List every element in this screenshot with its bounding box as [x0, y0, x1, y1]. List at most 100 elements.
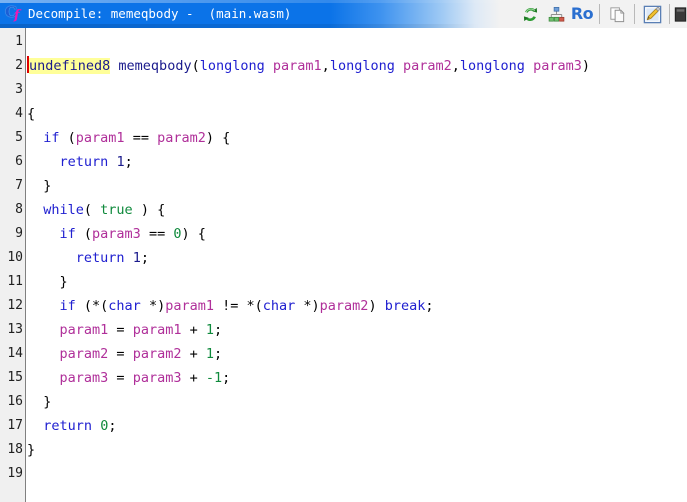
number-token: 1: [116, 154, 125, 170]
keyword-token: break: [384, 298, 426, 314]
line-number: 5: [15, 130, 23, 145]
param-token[interactable]: param3: [533, 58, 582, 74]
punc: ,: [321, 58, 330, 74]
param-token[interactable]: param1: [60, 322, 109, 338]
code-line-8: while( true ) {: [27, 198, 687, 222]
code-line-14: param2 = param2 + 1;: [27, 342, 687, 366]
keyword-token: return: [43, 418, 93, 434]
line-number: 17: [7, 418, 23, 433]
type-token[interactable]: longlong: [200, 58, 265, 74]
number-token: -1: [205, 370, 223, 386]
punc: ) {: [132, 202, 166, 218]
punc: ,: [451, 58, 460, 74]
punc: (: [75, 226, 93, 242]
toolbar-separator-2: [634, 4, 635, 24]
operator: +: [181, 346, 206, 362]
return-type-token[interactable]: undefined8: [29, 58, 111, 74]
line-number: 2: [15, 58, 23, 73]
overflow-button[interactable]: [674, 1, 687, 27]
refresh-decompile-button[interactable]: [517, 1, 543, 27]
sp: [125, 250, 133, 266]
code-line-5: if (param1 == param2) {: [27, 126, 687, 150]
param-token[interactable]: param2: [157, 130, 206, 146]
param-token[interactable]: param2: [403, 58, 452, 74]
param-token[interactable]: param3: [60, 370, 109, 386]
code-line-16: }: [27, 390, 687, 414]
param-token[interactable]: param3: [92, 226, 141, 242]
operator: =: [108, 346, 133, 362]
number-token: 1: [205, 322, 214, 338]
toolbar-separator-3: [669, 4, 670, 24]
code-line-6: return 1;: [27, 150, 687, 174]
line-number: 14: [7, 346, 23, 361]
line-number: 7: [15, 178, 23, 193]
edit-icon: [643, 5, 661, 23]
number-token: 1: [205, 346, 214, 362]
keyword-token: return: [59, 154, 109, 170]
decompiled-code-area[interactable]: 1 2 3 4 5 6 7 8 9 10 11 12 13 14 15 16 1…: [0, 28, 687, 502]
line-number: 6: [15, 154, 23, 169]
copy-button[interactable]: [604, 1, 630, 27]
param-token[interactable]: param2: [60, 346, 109, 362]
code-line-13: param1 = param1 + 1;: [27, 318, 687, 342]
punc: ;: [425, 298, 434, 314]
line-number: 13: [7, 322, 23, 337]
line-number: 4: [15, 106, 23, 121]
keyword-token: if: [59, 298, 76, 314]
param-token[interactable]: param1: [273, 58, 322, 74]
line-number: 1: [15, 34, 23, 49]
param-token[interactable]: param1: [165, 298, 214, 314]
punc: ;: [214, 346, 223, 362]
param-token[interactable]: param2: [320, 298, 369, 314]
punc: (*(: [75, 298, 109, 314]
punc: ) {: [181, 226, 206, 242]
type-token[interactable]: char: [108, 298, 141, 314]
line-number: 12: [7, 298, 23, 313]
app-icon-subletter: f: [14, 8, 20, 23]
keyword-token: return: [75, 250, 125, 266]
code-text[interactable]: undefined8 memeqbody(longlong param1,lon…: [26, 28, 687, 502]
punc: }: [27, 442, 36, 458]
code-line-17: return 0;: [27, 414, 687, 438]
type-token[interactable]: longlong: [330, 58, 395, 74]
punc: }: [27, 274, 68, 290]
line-number-gutter: 1 2 3 4 5 6 7 8 9 10 11 12 13 14 15 16 1…: [0, 28, 26, 502]
function-graph-button[interactable]: [543, 1, 569, 27]
sp: [92, 418, 100, 434]
type-token[interactable]: longlong: [460, 58, 525, 74]
punc: ) {: [205, 130, 231, 146]
type-token[interactable]: char: [263, 298, 296, 314]
punc: ;: [140, 250, 149, 266]
constant-token: true: [100, 202, 133, 218]
overflow-icon: [674, 6, 687, 22]
edit-button[interactable]: [639, 1, 665, 27]
code-line-10: return 1;: [27, 246, 687, 270]
decompiler-window: C f Decompile: memeqbody - (main.wasm) R…: [0, 0, 687, 502]
operator: ==: [140, 226, 174, 242]
decompiler-app-icon: C f: [4, 3, 26, 25]
line-number: 15: [7, 370, 23, 385]
line-number: 3: [15, 82, 23, 97]
punc: ;: [124, 154, 133, 170]
ro-toggle-button[interactable]: Ro: [569, 1, 595, 27]
number-token: 1: [132, 250, 141, 266]
code-line-7: }: [27, 174, 687, 198]
function-name-token[interactable]: memeqbody: [118, 58, 191, 74]
line-number: 10: [7, 250, 23, 265]
param-token[interactable]: param1: [133, 322, 182, 338]
line-number: 9: [15, 226, 23, 241]
keyword-token: while: [43, 202, 84, 218]
param-token[interactable]: param2: [133, 346, 182, 362]
param-token[interactable]: param3: [133, 370, 182, 386]
param-token[interactable]: param1: [76, 130, 125, 146]
code-line-18: }: [27, 438, 687, 462]
sp: [395, 58, 403, 74]
